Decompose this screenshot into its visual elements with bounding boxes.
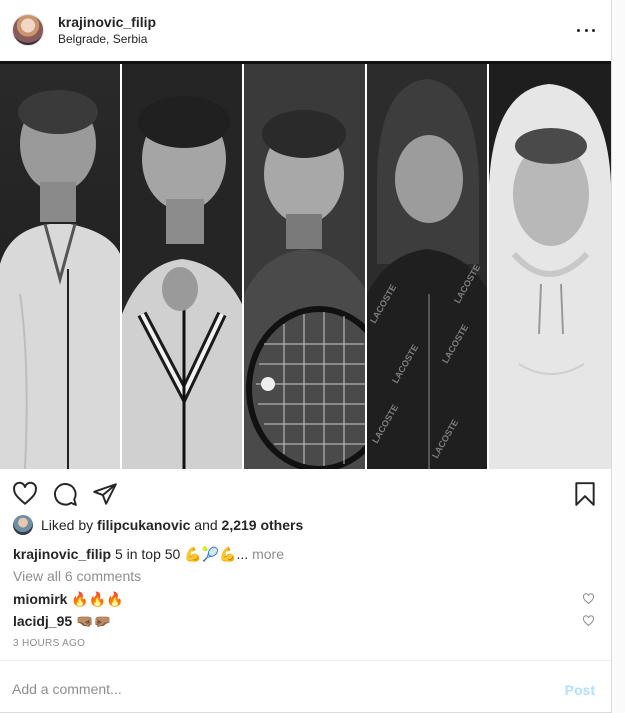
bookmark-icon[interactable] [572,481,598,507]
caption: krajinovic_filip 5 in top 50 💪🎾💪... more [13,545,284,563]
post-comment-button[interactable]: Post [565,682,595,698]
caption-text: 5 in top 50 [114,546,181,562]
comment-text: 🔥🔥🔥 [71,591,124,607]
caption-emojis: 💪🎾💪 [184,546,237,562]
paper-plane-icon[interactable] [92,481,118,507]
more-options-button[interactable] [577,22,595,38]
photo-panel-2 [122,64,242,469]
comment-item: lacidj_95 🤜🏽🤛🏽 [13,612,111,630]
post-card: krajinovic_filip Belgrade, Serbia LACOST… [0,0,612,713]
comment-input[interactable] [12,681,532,697]
comment-like-heart-icon[interactable] [582,615,595,627]
post-header: krajinovic_filip Belgrade, Serbia [0,0,611,60]
post-photo[interactable]: LACOSTE LACOSTE LACOSTE LACOSTE LACOSTE … [0,64,611,469]
likes-summary: Liked by filipcukanovic and 2,219 others [13,515,303,535]
post-timestamp[interactable]: 3 HOURS AGO [13,638,85,649]
user-block: krajinovic_filip Belgrade, Serbia [58,13,156,47]
likes-and: and [194,517,218,533]
comment-username-link[interactable]: miomirk [13,591,67,607]
photo-panel-3 [244,64,365,469]
liked-by-prefix: Liked by [41,517,94,533]
liker-username-link[interactable]: filipcukanovic [97,517,190,533]
comment-text: 🤜🏽🤛🏽 [76,613,111,629]
caption-more-link[interactable]: more [252,546,284,562]
caption-username-link[interactable]: krajinovic_filip [13,546,111,562]
comment-username-link[interactable]: lacidj_95 [13,613,72,629]
location-link[interactable]: Belgrade, Serbia [58,31,156,47]
comment-icon[interactable] [52,481,78,507]
comment-bar: Post [0,660,611,713]
username-link[interactable]: krajinovic_filip [58,13,156,31]
caption-ellipsis: ... [236,546,249,562]
comment-item: miomirk 🔥🔥🔥 [13,590,124,608]
heart-icon[interactable] [12,481,38,507]
view-all-comments-link[interactable]: View all 6 comments [13,568,141,584]
action-bar [0,478,611,510]
photo-panel-4: LACOSTE LACOSTE LACOSTE LACOSTE LACOSTE … [367,64,487,469]
photo-panel-1 [0,64,120,469]
avatar[interactable] [12,14,44,46]
comment-like-heart-icon[interactable] [582,593,595,605]
likes-others-link[interactable]: 2,219 others [222,517,304,533]
liker-avatar[interactable] [13,515,33,535]
more-horizontal-icon [577,28,580,32]
photo-panel-5 [489,64,611,469]
